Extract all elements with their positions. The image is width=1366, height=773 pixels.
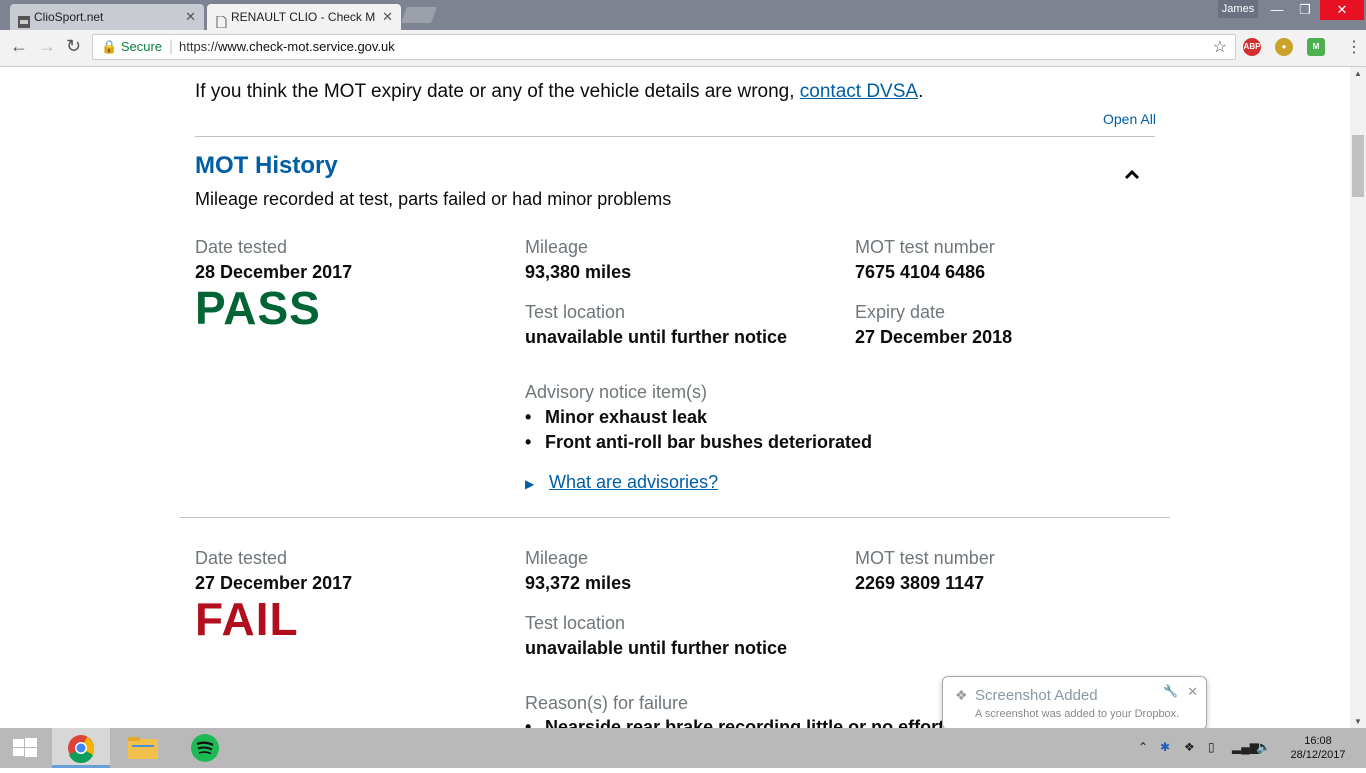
forward-icon[interactable]: → xyxy=(38,36,56,57)
date-tested-value: 28 December 2017 xyxy=(195,262,353,282)
new-tab-button[interactable] xyxy=(401,7,437,23)
notification-title: Screenshot Added xyxy=(975,687,1098,704)
windows-logo-icon xyxy=(13,738,37,757)
window-close-icon[interactable]: ✕ xyxy=(1320,0,1364,20)
notification-close-icon[interactable]: ✕ xyxy=(1187,684,1198,700)
start-button[interactable] xyxy=(0,728,50,768)
clock[interactable]: 16:08 28/12/2017 xyxy=(1288,734,1348,762)
extension-green-icon[interactable]: M xyxy=(1307,38,1325,56)
expiry-date-value: 27 December 2018 xyxy=(855,327,1013,347)
date-tested-label: Date tested xyxy=(195,237,288,257)
notification-message: A screenshot was added to your Dropbox. xyxy=(975,708,1180,720)
back-icon[interactable]: ← xyxy=(10,36,28,57)
clock-time: 16:08 xyxy=(1304,735,1332,747)
mot-test-number-value: 2269 3809 1147 xyxy=(855,573,985,593)
windows-taskbar: ⌃ ✱ ❖ ▯ ▂▄▆ 🔈 16:08 28/12/2017 xyxy=(0,728,1366,768)
tab-title: RENAULT CLIO - Check M xyxy=(231,10,376,24)
tab-title: ClioSport.net xyxy=(34,10,104,24)
url-text[interactable]: https://www.check-mot.service.gov.uk xyxy=(179,39,395,54)
test-location-label: Test location xyxy=(525,302,626,322)
secure-indicator[interactable]: 🔒 Secure xyxy=(101,39,162,55)
advisory-item: Minor exhaust leak xyxy=(525,407,707,428)
adblock-extension-icon[interactable]: ABP xyxy=(1243,38,1261,56)
secure-label: Secure xyxy=(120,39,163,54)
test-location-label: Test location xyxy=(525,613,626,633)
scroll-down-icon[interactable]: ▼ xyxy=(1354,717,1362,726)
page-scrollbar[interactable]: ▲ ▼ xyxy=(1350,67,1366,728)
expiry-date-label: Expiry date xyxy=(855,302,946,322)
wrench-icon[interactable]: 🔧 xyxy=(1163,684,1178,698)
test-location-value: unavailable until further notice xyxy=(525,327,788,347)
test-result-fail: FAIL xyxy=(195,593,299,645)
mileage-value: 93,380 miles xyxy=(525,262,632,282)
test-result-pass: PASS xyxy=(195,282,321,334)
advisory-item: Front anti-roll bar bushes deteriorated xyxy=(525,432,872,453)
tab-check-mot[interactable]: RENAULT CLIO - Check M ✕ xyxy=(207,4,401,30)
minimize-icon[interactable]: — xyxy=(1262,0,1292,20)
url-host: www.check-mot.service.gov.uk xyxy=(218,39,395,54)
url-scheme: https:// xyxy=(179,39,219,54)
page-content: If you think the MOT expiry date or any … xyxy=(0,67,1350,728)
folder-icon xyxy=(128,737,158,759)
intro-end: . xyxy=(918,81,924,102)
intro-sentence: If you think the MOT expiry date or any … xyxy=(195,81,800,102)
failure-reasons-label: Reason(s) for failure xyxy=(525,693,689,713)
show-hidden-icons[interactable]: ⌃ xyxy=(1138,740,1148,754)
divider xyxy=(180,517,1170,518)
mot-test-number-value: 7675 4104 6486 xyxy=(855,262,986,282)
spotify-icon xyxy=(191,734,219,762)
tab-close-icon[interactable]: ✕ xyxy=(185,4,196,30)
mileage-value: 93,372 miles xyxy=(525,573,632,593)
mileage-label: Mileage xyxy=(525,237,589,257)
device-icon[interactable]: ▯ xyxy=(1208,740,1215,754)
triangle-right-icon: ▶ xyxy=(525,477,535,491)
chrome-icon xyxy=(68,735,95,763)
network-icon[interactable]: ▂▄▆ xyxy=(1232,740,1259,754)
advisory-label: Advisory notice item(s) xyxy=(525,382,708,402)
scroll-thumb[interactable] xyxy=(1352,135,1364,197)
advisories-details[interactable]: ▶ What are advisories? xyxy=(525,472,718,493)
tab-close-icon[interactable]: ✕ xyxy=(382,4,393,30)
test-location-value: unavailable until further notice xyxy=(525,638,788,658)
page-favicon-icon xyxy=(215,11,227,29)
tab-strip: ClioSport.net ✕ RENAULT CLIO - Check M ✕… xyxy=(0,0,1366,30)
bluetooth-icon[interactable]: ✱ xyxy=(1160,740,1170,754)
lock-icon: 🔒 xyxy=(101,39,118,54)
volume-icon[interactable]: 🔈 xyxy=(1256,740,1271,754)
profile-button[interactable]: James xyxy=(1218,0,1258,18)
dropbox-notification[interactable]: ❖ Screenshot Added A screenshot was adde… xyxy=(942,676,1207,730)
taskbar-spotify[interactable] xyxy=(176,728,234,768)
mileage-label: Mileage xyxy=(525,548,589,568)
extension-coin-icon[interactable]: ● xyxy=(1275,38,1293,56)
mot-test-number-label: MOT test number xyxy=(855,548,995,568)
dropbox-icon: ❖ xyxy=(955,687,968,703)
browser-toolbar: ← → ↻ 🔒 Secure | https://www.check-mot.s… xyxy=(0,30,1366,67)
scroll-up-icon[interactable]: ▲ xyxy=(1354,69,1362,78)
taskbar-file-explorer[interactable] xyxy=(114,728,172,768)
reload-icon[interactable]: ↻ xyxy=(66,36,81,57)
what-are-advisories-link[interactable]: What are advisories? xyxy=(549,472,718,492)
dropbox-tray-icon[interactable]: ❖ xyxy=(1184,740,1195,754)
open-all-link[interactable]: Open All xyxy=(1103,111,1156,127)
tab-cliosport[interactable]: ClioSport.net ✕ xyxy=(10,4,204,30)
maximize-icon[interactable]: ❐ xyxy=(1290,0,1320,20)
contact-dvsa-link[interactable]: contact DVSA xyxy=(800,81,918,102)
clock-date: 28/12/2017 xyxy=(1290,749,1346,761)
bookmark-star-icon[interactable]: ☆ xyxy=(1213,37,1227,57)
cliosport-favicon-icon xyxy=(18,11,30,28)
date-tested-value: 27 December 2017 xyxy=(195,573,353,593)
section-subtitle: Mileage recorded at test, parts failed o… xyxy=(195,189,672,209)
omnibox-divider: | xyxy=(169,38,174,55)
divider xyxy=(195,136,1155,137)
mot-test-number-label: MOT test number xyxy=(855,237,995,257)
date-tested-label: Date tested xyxy=(195,548,288,568)
taskbar-chrome[interactable] xyxy=(52,728,110,768)
section-title[interactable]: MOT History xyxy=(195,152,338,180)
intro-text: If you think the MOT expiry date or any … xyxy=(195,81,923,103)
address-bar[interactable]: 🔒 Secure | https://www.check-mot.service… xyxy=(92,34,1236,60)
chrome-menu-icon[interactable]: ⋮ xyxy=(1346,37,1362,57)
chevron-up-icon[interactable] xyxy=(1124,167,1140,185)
